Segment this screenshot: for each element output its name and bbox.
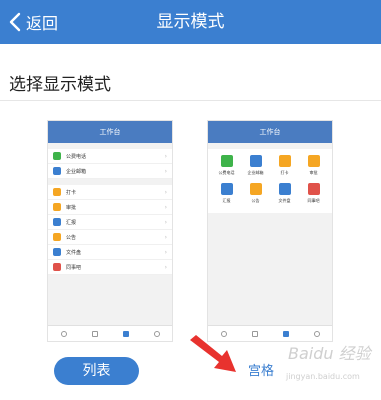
list-item: 公费电话 › bbox=[48, 149, 172, 164]
back-button[interactable]: 返回 bbox=[8, 0, 58, 44]
back-label: 返回 bbox=[26, 14, 59, 33]
list-item-label: 打卡 bbox=[66, 189, 77, 196]
section-title: 选择显示模式 bbox=[9, 75, 111, 95]
chevron-right-icon: › bbox=[164, 153, 167, 160]
preview-list-group: 公费电话 › 企业邮箱 › bbox=[48, 149, 172, 179]
nav-bar: 返回 显示模式 bbox=[0, 0, 381, 44]
watermark-brand: Baidu 经验 bbox=[288, 344, 371, 363]
grid-item-label: 公告 bbox=[251, 198, 260, 203]
grid-item: 汇报 bbox=[212, 183, 241, 211]
chevron-right-icon: › bbox=[164, 219, 167, 226]
app-icon bbox=[220, 183, 233, 195]
app-icon bbox=[53, 203, 61, 211]
grid-item: 审批 bbox=[299, 155, 328, 183]
list-item: 同事吧 › bbox=[48, 260, 172, 275]
grid-item: 文件盘 bbox=[270, 183, 299, 211]
watermark-url: jingyan.baidu.com bbox=[286, 372, 360, 381]
person-icon bbox=[153, 330, 160, 337]
chevron-right-icon: › bbox=[164, 168, 167, 175]
watermark: Baidu 经验 jingyan.baidu.com bbox=[252, 328, 380, 398]
list-item-label: 企业邮箱 bbox=[66, 168, 87, 175]
chevron-right-icon: › bbox=[164, 204, 167, 211]
grid-item-label: 打卡 bbox=[280, 170, 289, 175]
grid-item: 企业邮箱 bbox=[241, 155, 270, 183]
grid-item-label: 同事吧 bbox=[307, 198, 320, 203]
preview-grid: 公费电话 企业邮箱 打卡 审批汇报 公告 文件盘 同事吧 bbox=[208, 149, 332, 213]
list-item-label: 文件盘 bbox=[66, 249, 82, 256]
list-item-label: 汇报 bbox=[66, 219, 77, 226]
app-icon bbox=[53, 263, 61, 271]
divider bbox=[0, 100, 381, 101]
app-icon bbox=[53, 167, 61, 175]
grid-item-label: 企业邮箱 bbox=[247, 170, 264, 175]
red-arrow-icon bbox=[190, 335, 236, 372]
app-icon bbox=[53, 188, 61, 196]
app-icon bbox=[53, 218, 61, 226]
list-mode-preview[interactable]: 工作台 公费电话 › 企业邮箱 › 打卡 › 审批 › 汇报 › 公告 › 文件盘 › 同事吧 › bbox=[47, 120, 173, 342]
grid-item: 公告 bbox=[241, 183, 270, 211]
preview-list-group: 打卡 › 审批 › 汇报 › 公告 › 文件盘 › 同事吧 › bbox=[48, 185, 172, 275]
list-item: 公告 › bbox=[48, 230, 172, 245]
preview-title: 工作台 bbox=[48, 121, 172, 143]
app-icon bbox=[278, 183, 291, 195]
grid-item-label: 审批 bbox=[309, 170, 318, 175]
grid-item-label: 文件盘 bbox=[278, 198, 291, 203]
app-icon bbox=[53, 233, 61, 241]
chevron-right-icon: › bbox=[164, 189, 167, 196]
chevron-right-icon: › bbox=[164, 264, 167, 271]
chevron-right-icon: › bbox=[164, 234, 167, 241]
list-mode-button[interactable]: 列表 bbox=[54, 357, 139, 385]
list-item: 审批 › bbox=[48, 200, 172, 215]
chat-icon bbox=[60, 330, 67, 337]
preview-title: 工作台 bbox=[208, 121, 332, 143]
chevron-right-icon: › bbox=[164, 249, 167, 256]
app-icon bbox=[53, 152, 61, 160]
grid-item-label: 汇报 bbox=[222, 198, 231, 203]
list-item: 文件盘 › bbox=[48, 245, 172, 260]
grid-mode-preview[interactable]: 工作台 公费电话 企业邮箱 打卡 审批汇报 公告 文件盘 同事吧 bbox=[207, 120, 333, 342]
workbench-icon bbox=[122, 330, 129, 337]
grid-item: 同事吧 bbox=[299, 183, 328, 211]
app-icon bbox=[249, 155, 262, 167]
app-icon bbox=[220, 155, 233, 167]
list-item-label: 审批 bbox=[66, 204, 77, 211]
grid-item: 打卡 bbox=[270, 155, 299, 183]
chevron-left-icon bbox=[9, 12, 21, 32]
grid-item-label: 公费电话 bbox=[218, 170, 235, 175]
grid-item: 公费电话 bbox=[212, 155, 241, 183]
list-item-label: 公告 bbox=[66, 234, 77, 241]
app-icon bbox=[278, 155, 291, 167]
list-item: 打卡 › bbox=[48, 185, 172, 200]
app-icon bbox=[249, 183, 262, 195]
list-item: 汇报 › bbox=[48, 215, 172, 230]
app-icon bbox=[53, 248, 61, 256]
app-icon bbox=[307, 155, 320, 167]
org-icon bbox=[91, 330, 98, 337]
preview-tab-bar bbox=[48, 325, 172, 341]
list-item-label: 同事吧 bbox=[66, 264, 82, 271]
app-icon bbox=[307, 183, 320, 195]
list-item: 企业邮箱 › bbox=[48, 164, 172, 179]
list-item-label: 公费电话 bbox=[66, 153, 87, 160]
